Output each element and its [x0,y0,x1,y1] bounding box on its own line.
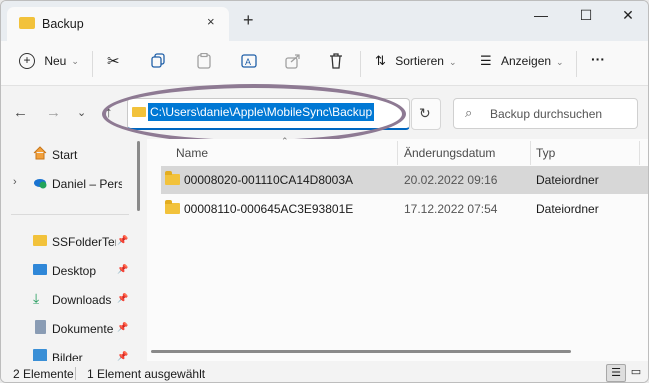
selection-count: 1 Element ausgewählt [87,367,206,381]
separator [576,51,577,77]
column-divider[interactable] [639,141,640,165]
nav-item-label: Start [52,148,78,162]
maximize-button[interactable]: ☐ [571,7,601,24]
file-explorer-window: Backup × + — ☐ ✕ + Neu ⌄ ✂ A ⇅ Sortieren ⌄… [0,0,649,383]
recent-locations-icon[interactable]: ⌄ [77,106,86,119]
pin-icon: 📌 [117,293,129,303]
svg-text:A: A [245,57,251,67]
column-divider[interactable] [530,141,531,165]
plus-circle-icon: + [19,53,35,69]
title-bar: Backup × + — ☐ ✕ [1,1,648,41]
forward-arrow-icon[interactable]: → [46,104,61,121]
sort-icon: ⇅ [375,53,386,68]
nav-item-dokumente[interactable]: Dokumente 📌 [1,318,131,340]
home-icon [33,146,47,160]
delete-icon[interactable] [329,53,343,72]
separator [92,51,93,77]
chevron-down-icon: ⌄ [448,57,457,67]
table-row[interactable]: 00008020-001110CA14D8003A 20.02.2022 09:… [161,166,648,194]
file-date: 17.12.2022 07:54 [404,202,498,216]
highlight-annotation [102,84,406,144]
nav-item-ssfoldertem[interactable]: SSFolderTem 📌 [1,231,131,253]
view-label: Anzeigen [501,54,552,68]
cut-icon[interactable]: ✂ [107,52,120,70]
nav-divider [11,214,129,215]
search-input[interactable]: ⌕ Backup durchsuchen [453,98,638,129]
rename-icon[interactable]: A [241,53,257,72]
sort-button[interactable]: ⇅ Sortieren ⌄ [375,53,457,69]
folder-icon [165,200,180,214]
tiles-view-icon: ▭ [630,366,642,378]
separator [360,51,361,77]
pin-icon: 📌 [117,322,129,332]
details-view-button[interactable]: ☰ [606,364,626,382]
status-bar: 2 Elemente 1 Element ausgewählt [1,361,648,382]
details-view-icon: ☰ [611,367,621,379]
sort-label: Sortieren [395,54,444,68]
folder-icon [19,17,35,29]
file-type: Dateiordner [536,173,599,187]
content-scrollbar[interactable] [151,350,571,353]
nav-item-downloads[interactable]: ⤓ Downloads 📌 [1,289,131,311]
column-header-name[interactable]: Name [176,146,208,160]
minimize-button[interactable]: — [526,7,556,23]
view-button[interactable]: ☰ Anzeigen ⌄ [480,53,564,69]
file-date: 20.02.2022 09:16 [404,173,498,187]
column-divider[interactable] [397,141,398,165]
navigation-pane: Start › Daniel – Persönl SSFolderTem 📌 D… [1,139,136,365]
file-name: 00008020-001110CA14D8003A [184,173,354,187]
item-count: 2 Elemente [13,367,74,381]
desktop-icon [33,264,47,275]
pin-icon: 📌 [117,264,129,274]
file-type: Dateiordner [536,202,599,216]
new-button[interactable]: + Neu ⌄ [19,53,79,69]
search-placeholder: Backup durchsuchen [490,107,603,121]
file-name: 00008110-000645AC3E93801E [184,202,354,216]
nav-item-label: Downloads [52,293,112,307]
refresh-button[interactable]: ↻ [411,98,441,130]
table-row[interactable]: 00008110-000645AC3E93801E 17.12.2022 07:… [161,195,648,223]
nav-item-start[interactable]: Start [1,144,131,166]
new-tab-button[interactable]: + [243,10,254,31]
pin-icon: 📌 [117,235,129,245]
share-icon[interactable] [285,53,301,72]
nav-item-label: Dokumente [52,322,114,336]
back-arrow-icon[interactable]: ← [13,104,28,121]
new-label: Neu [44,54,67,68]
nav-item-label: SSFolderTem [52,235,116,249]
status-divider [75,367,76,380]
paste-icon[interactable] [197,52,211,72]
folder-icon [165,171,180,185]
refresh-icon: ↻ [419,105,431,121]
column-header-date[interactable]: Änderungsdatum [404,146,495,160]
document-icon [35,320,46,334]
view-icon: ☰ [480,53,492,68]
column-header-type[interactable]: Typ [536,146,555,160]
nav-item-label: Desktop [52,264,97,278]
chevron-right-icon: › [13,176,17,188]
nav-scrollbar[interactable] [137,141,140,211]
folder-icon [33,235,47,246]
tab-title: Backup [42,17,84,31]
search-icon: ⌕ [465,105,473,120]
close-tab-icon[interactable]: × [207,14,215,29]
onedrive-icon [34,179,47,189]
command-bar: + Neu ⌄ ✂ A ⇅ Sortieren ⌄ ☰ Anzeigen ⌄ ··· [1,41,648,86]
chevron-down-icon: ⌄ [556,57,564,67]
more-options-button[interactable]: ··· [591,51,605,67]
sort-arrow-icon: ⌃ [281,136,289,146]
close-window-button[interactable]: ✕ [613,7,643,24]
tiles-view-button[interactable]: ▭ [627,364,645,380]
nav-item-onedrive[interactable]: › Daniel – Persönl [1,173,131,195]
chevron-down-icon: ⌄ [71,56,79,67]
nav-item-desktop[interactable]: Desktop 📌 [1,260,131,282]
nav-item-label: Daniel – Persönl [52,177,122,191]
download-icon: ⤓ [33,290,40,306]
copy-icon[interactable] [151,53,165,71]
tab-backup[interactable]: Backup × [7,7,229,41]
